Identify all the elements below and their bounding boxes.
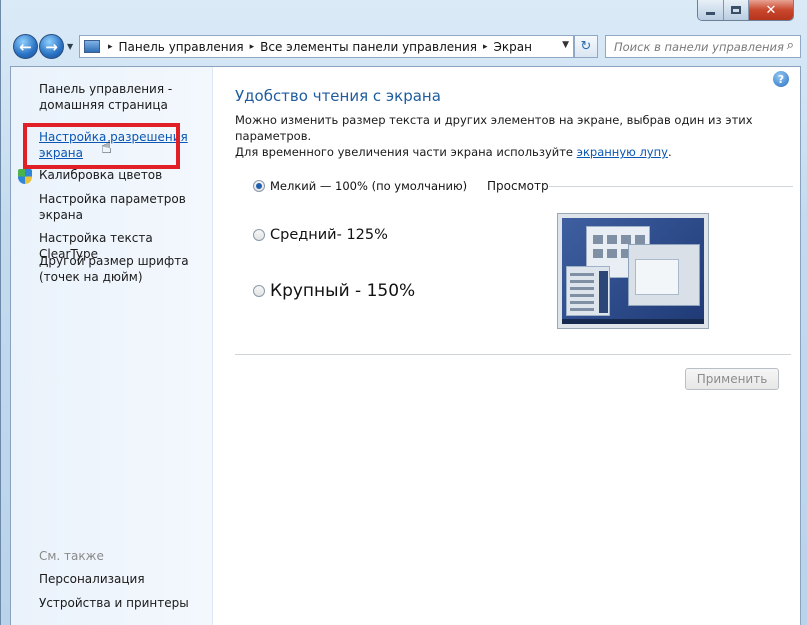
address-dropdown-icon[interactable]: ▼	[562, 40, 569, 50]
description-line-1: Можно изменить размер текста и других эл…	[235, 113, 753, 143]
window-controls: ✕	[697, 0, 794, 21]
search-box[interactable]: Поиск в панели управления ⌕	[605, 35, 801, 58]
forward-button[interactable]: →	[39, 34, 64, 59]
sidebar-item-devices-printers[interactable]: Устройства и принтеры	[39, 595, 209, 611]
window-frame: ✕ ← → ▼ ▸ Панель управления ▸ Все элемен…	[0, 0, 807, 625]
search-icon[interactable]: ⌕	[787, 38, 794, 53]
task-pane: Панель управления - домашняя страница На…	[11, 67, 213, 625]
uac-shield-icon	[18, 169, 32, 184]
size-option-small[interactable]: Мелкий — 100% (по умолчанию)	[253, 179, 467, 193]
radio-medium[interactable]	[253, 229, 265, 241]
address-bar[interactable]: ▸ Панель управления ▸ Все элементы панел…	[79, 35, 574, 58]
breadcrumb-all-items[interactable]: Все элементы панели управления	[260, 40, 477, 54]
breadcrumb-separator-icon[interactable]: ▸	[250, 42, 255, 52]
preview-label: Просмотр	[487, 179, 549, 193]
see-also-heading: См. также	[39, 549, 104, 563]
sidebar-item-personalization[interactable]: Персонализация	[39, 571, 209, 587]
size-option-label: Мелкий — 100% (по умолчанию)	[270, 179, 468, 193]
close-button[interactable]: ✕	[749, 0, 793, 20]
description-line-2: Для временного увеличения части экрана и…	[235, 144, 791, 160]
preview-taskbar	[562, 319, 704, 324]
content-area: Панель управления - домашняя страница На…	[10, 66, 801, 625]
preview-image	[557, 213, 709, 329]
breadcrumb-display[interactable]: Экран	[494, 40, 532, 54]
search-placeholder: Поиск в панели управления	[614, 39, 784, 54]
preview-window	[566, 266, 610, 316]
apply-button[interactable]: Применить	[685, 368, 779, 390]
navigation-bar: ← → ▼ ▸ Панель управления ▸ Все элементы…	[11, 33, 801, 61]
main-panel: ? Удобство чтения с экрана Можно изменит…	[233, 67, 793, 625]
history-dropdown-icon[interactable]: ▼	[67, 42, 73, 51]
magnifier-link[interactable]: экранную лупу	[577, 145, 668, 159]
page-description: Можно изменить размер текста и других эл…	[235, 112, 791, 160]
hand-cursor-icon: ☝	[101, 137, 112, 158]
radio-small[interactable]	[253, 180, 265, 192]
refresh-button[interactable]: ↻	[574, 35, 598, 58]
back-button[interactable]: ←	[13, 34, 38, 59]
maximize-button[interactable]	[724, 0, 749, 20]
sidebar-item-dpi[interactable]: Другой размер шрифта (точек на дюйм)	[39, 253, 209, 285]
size-option-large[interactable]: Крупный - 150%	[253, 281, 415, 301]
breadcrumb-separator-icon[interactable]: ▸	[483, 42, 488, 52]
breadcrumb-control-panel[interactable]: Панель управления	[119, 40, 244, 54]
page-title: Удобство чтения с экрана	[235, 87, 441, 105]
forward-arrow-icon: →	[45, 37, 58, 56]
back-arrow-icon: ←	[19, 37, 32, 56]
minimize-icon	[706, 11, 715, 15]
description-text: Для временного увеличения части экрана и…	[235, 145, 577, 159]
refresh-icon: ↻	[580, 39, 592, 54]
breadcrumb-separator-icon[interactable]: ▸	[108, 42, 113, 52]
preview-window	[628, 244, 700, 306]
description-text: .	[667, 145, 672, 159]
section-divider	[235, 354, 791, 355]
preview-screen	[562, 218, 704, 324]
minimize-button[interactable]	[698, 0, 724, 20]
preview-divider	[549, 186, 793, 187]
sidebar-home-link[interactable]: Панель управления - домашняя страница	[39, 81, 209, 113]
radio-large[interactable]	[253, 285, 265, 297]
control-panel-icon	[84, 40, 100, 53]
sidebar-item-color-calibration[interactable]: Калибровка цветов	[39, 167, 209, 183]
close-icon: ✕	[765, 2, 777, 18]
sidebar-item-display-settings[interactable]: Настройка параметров экрана	[39, 191, 209, 223]
size-option-label: Крупный - 150%	[270, 281, 416, 301]
maximize-icon	[731, 6, 741, 14]
size-option-label: Средний- 125%	[270, 227, 388, 243]
size-option-medium[interactable]: Средний- 125%	[253, 227, 388, 243]
help-icon[interactable]: ?	[773, 71, 789, 87]
